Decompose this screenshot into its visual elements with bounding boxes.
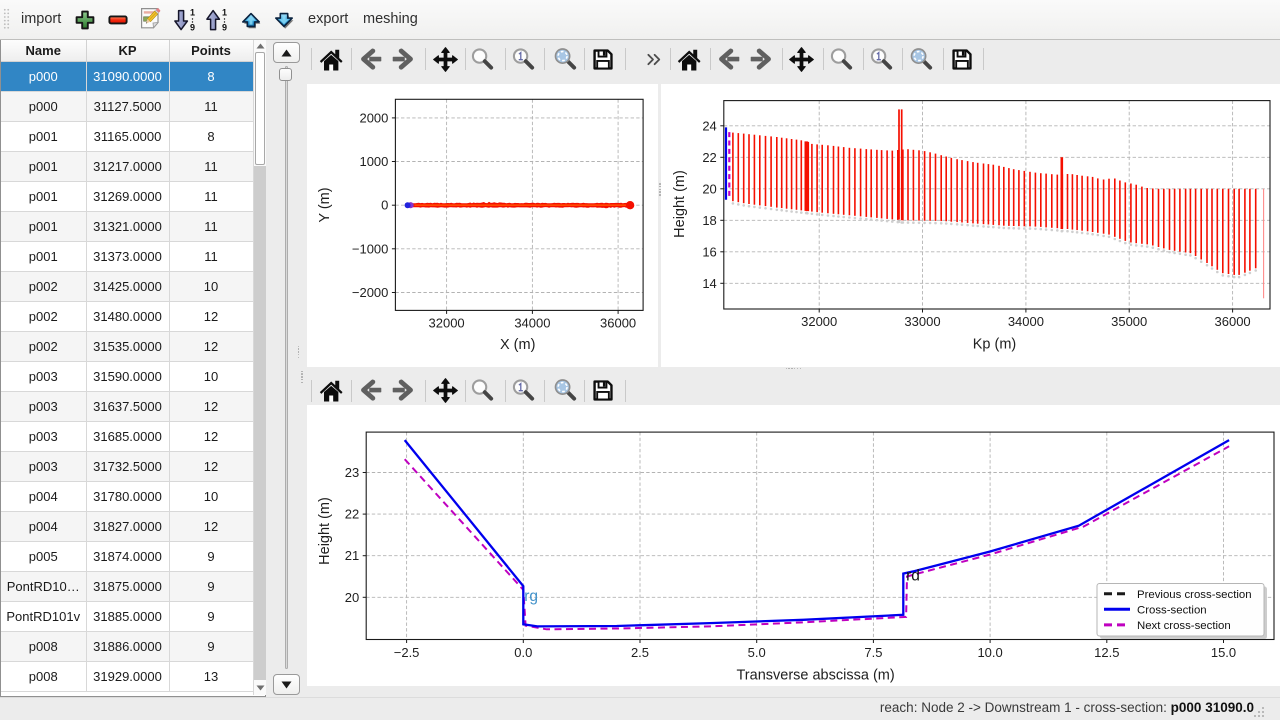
svg-text:rg: rg (524, 588, 538, 605)
svg-text:Transverse abscissa (m): Transverse abscissa (m) (736, 668, 894, 684)
svg-text:2.5: 2.5 (631, 645, 649, 660)
svg-text:Cross-section: Cross-section (1137, 605, 1207, 617)
svg-text:Height (m): Height (m) (317, 497, 333, 565)
svg-text:7.5: 7.5 (864, 645, 882, 660)
svg-text:34000: 34000 (514, 315, 550, 330)
svg-text:9: 9 (190, 22, 195, 32)
svg-text:5.0: 5.0 (748, 645, 766, 660)
svg-text:32000: 32000 (801, 314, 837, 329)
svg-text:2000: 2000 (359, 110, 388, 125)
svg-text:0.0: 0.0 (514, 645, 532, 660)
svg-text:1: 1 (222, 7, 227, 17)
svg-text:33000: 33000 (904, 314, 940, 329)
svg-text:1: 1 (190, 7, 195, 17)
svg-text:20: 20 (702, 181, 716, 196)
svg-text:35000: 35000 (1111, 314, 1147, 329)
svg-text:Previous cross-section: Previous cross-section (1137, 589, 1252, 601)
svg-text:20: 20 (345, 590, 359, 605)
svg-text:Kp (m): Kp (m) (973, 337, 1017, 353)
svg-text:10.0: 10.0 (977, 645, 1002, 660)
svg-text:X (m): X (m) (500, 337, 535, 353)
svg-text:Y (m): Y (m) (317, 187, 333, 222)
svg-text:−1000: −1000 (352, 241, 389, 256)
svg-text:9: 9 (222, 22, 227, 32)
svg-text:−2000: −2000 (352, 285, 389, 300)
svg-text:14: 14 (702, 276, 716, 291)
svg-text:12.5: 12.5 (1094, 645, 1119, 660)
svg-text:16: 16 (702, 244, 716, 259)
svg-text:Height (m): Height (m) (672, 170, 688, 238)
svg-text:36000: 36000 (1215, 314, 1251, 329)
svg-text:24: 24 (702, 118, 716, 133)
svg-text:36000: 36000 (600, 315, 636, 330)
svg-text:rd: rd (906, 568, 920, 585)
svg-text:32000: 32000 (429, 315, 465, 330)
svg-text:15.0: 15.0 (1211, 645, 1236, 660)
svg-text:0: 0 (381, 198, 388, 213)
svg-text:21: 21 (345, 548, 359, 563)
svg-text:23: 23 (345, 465, 359, 480)
svg-text:34000: 34000 (1008, 314, 1044, 329)
svg-text:−2.5: −2.5 (394, 645, 420, 660)
svg-text:18: 18 (702, 213, 716, 228)
svg-text:Next cross-section: Next cross-section (1137, 620, 1231, 632)
svg-text:22: 22 (345, 507, 359, 522)
svg-text:1000: 1000 (359, 154, 388, 169)
svg-text:22: 22 (702, 150, 716, 165)
